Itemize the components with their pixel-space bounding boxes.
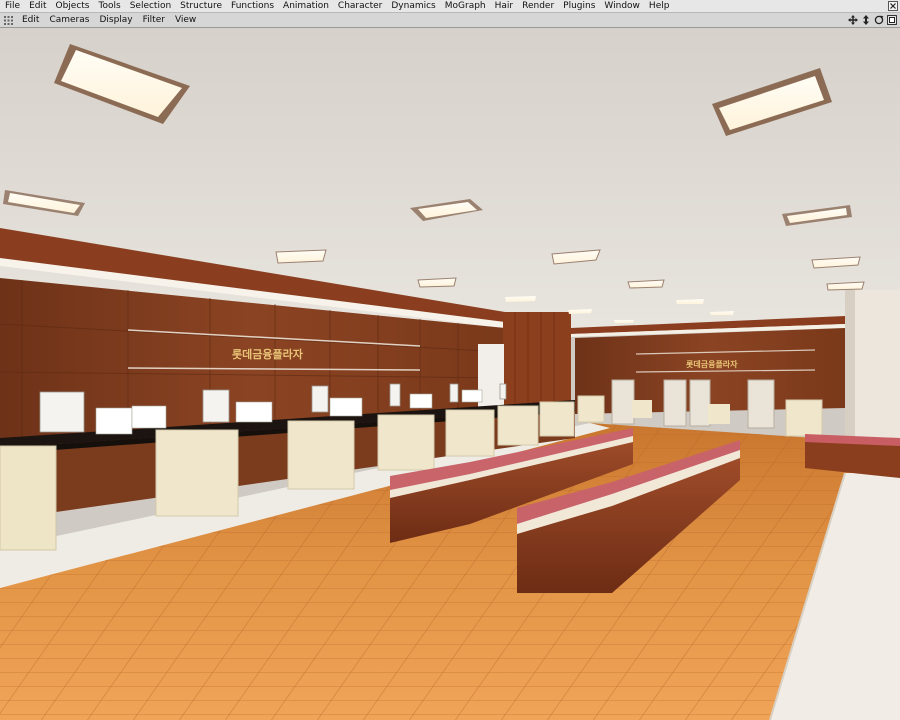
menu-window[interactable]: Window [599,0,644,13]
menu-functions[interactable]: Functions [226,0,278,13]
menu-hair[interactable]: Hair [490,0,517,13]
viewport-menu-view[interactable]: View [170,13,201,28]
menu-character[interactable]: Character [333,0,386,13]
menu-edit[interactable]: Edit [24,0,50,13]
menu-tools[interactable]: Tools [94,0,125,13]
menu-selection[interactable]: Selection [125,0,175,13]
bank-lobby-render: 롯데금융플라자 롯데금융플라자 [0,28,900,720]
rotate-icon[interactable] [874,15,884,25]
menu-mograph[interactable]: MoGraph [440,0,490,13]
main-menubar: File Edit Objects Tools Selection Struct… [0,0,900,13]
menu-file[interactable]: File [0,0,24,13]
maximize-icon[interactable] [887,15,897,25]
cinema4d-window: File Edit Objects Tools Selection Struct… [0,0,900,720]
menu-dynamics[interactable]: Dynamics [386,0,439,13]
menu-help[interactable]: Help [644,0,674,13]
grip-icon[interactable] [4,15,13,25]
move-icon[interactable] [848,15,858,25]
menu-structure[interactable]: Structure [175,0,226,13]
sign-right: 롯데금융플라자 [686,359,738,369]
doorway [478,344,504,414]
render-viewport[interactable]: 롯데금융플라자 롯데금융플라자 [0,28,900,720]
sign-left: 롯데금융플라자 [232,347,304,361]
window-close-icon[interactable] [888,1,898,11]
viewport-menu-edit[interactable]: Edit [17,13,44,28]
menu-plugins[interactable]: Plugins [558,0,599,13]
viewport-menu-cameras[interactable]: Cameras [44,13,94,28]
zoom-icon[interactable] [861,15,871,25]
viewport-menu-display[interactable]: Display [94,13,137,28]
menu-animation[interactable]: Animation [278,0,333,13]
viewport-nav-icons [848,15,897,25]
menu-objects[interactable]: Objects [51,0,94,13]
viewport-menu-filter[interactable]: Filter [138,13,170,28]
menu-render[interactable]: Render [517,0,558,13]
viewport-menubar: Edit Cameras Display Filter View [0,13,900,28]
